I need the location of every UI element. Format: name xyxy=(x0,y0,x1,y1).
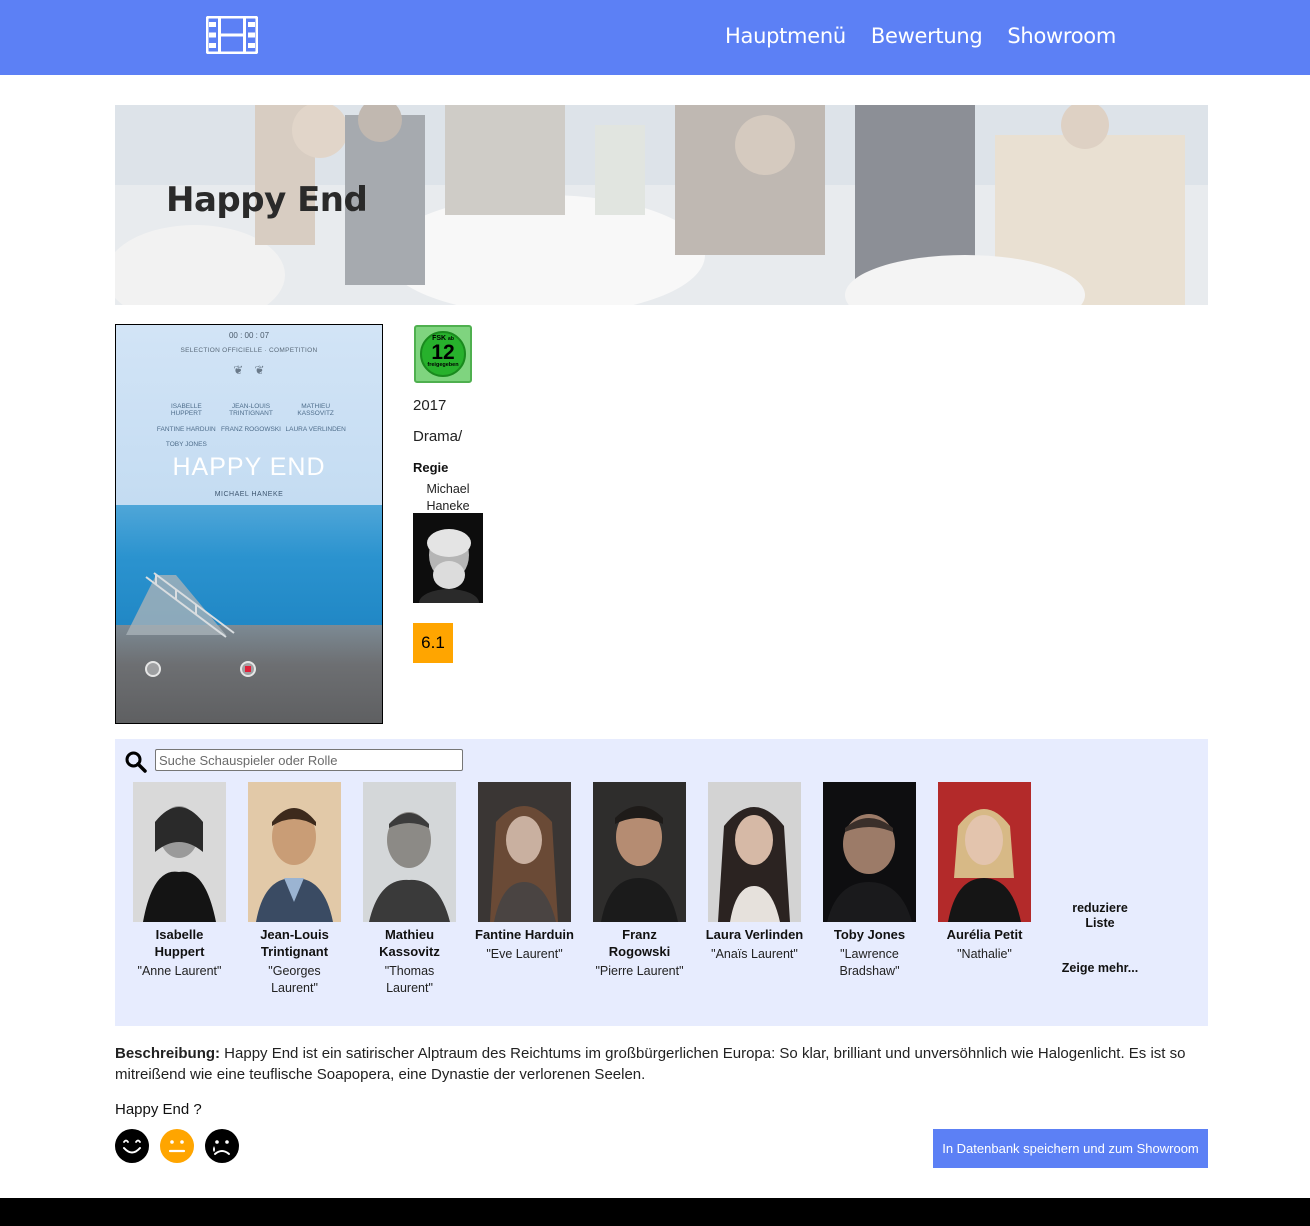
reduce-list-button[interactable]: reduziere Liste xyxy=(1060,901,1140,931)
cast-search-input[interactable] xyxy=(155,749,463,771)
sad-face-icon[interactable] xyxy=(205,1129,239,1163)
actor-card[interactable]: Laura Verlinden "Anaïs Laurent" xyxy=(697,782,812,963)
poster-festival-text: SELECTION OFFICIELLE · COMPETITION xyxy=(180,347,318,354)
hero-banner: Happy End xyxy=(115,105,1208,305)
actor-card[interactable]: Mathieu Kassovitz "Thomas Laurent" xyxy=(352,782,467,997)
nav-link-showroom[interactable]: Showroom xyxy=(1007,24,1116,48)
save-to-database-button[interactable]: In Datenbank speichern und zum Showroom xyxy=(933,1129,1208,1168)
actor-role: "Pierre Laurent" xyxy=(595,964,684,978)
film-icon[interactable] xyxy=(206,16,258,54)
palm-laurel-icon: ❦ ❦ xyxy=(233,363,265,377)
rating-badge: 6.1 xyxy=(413,623,453,663)
fsk-released: freigegeben xyxy=(427,362,459,368)
actor-name: Fantine Harduin xyxy=(475,927,574,942)
nav-link-hauptmenue[interactable]: Hauptmenü xyxy=(725,24,846,48)
poster-timer: 00 : 00 : 07 xyxy=(228,331,270,340)
show-more-button[interactable]: Zeige mehr... xyxy=(1050,961,1150,975)
fsk-circle: FSK ab 12 freigegeben xyxy=(420,331,466,377)
actor-role: "Lawrence Bradshaw" xyxy=(839,947,900,978)
actor-role: "Eve Laurent" xyxy=(486,947,563,961)
actor-name: Aurélia Petit xyxy=(946,927,1023,942)
actor-card[interactable]: Toby Jones "Lawrence Bradshaw" xyxy=(812,782,927,980)
description: Beschreibung: Happy End ist ein satirisc… xyxy=(115,1043,1208,1085)
fsk-rating-badge: FSK ab 12 freigegeben xyxy=(414,325,472,383)
poster-director: MICHAEL HANEKE xyxy=(214,491,284,498)
actor-card[interactable]: Jean-Louis Trintignant "Georges Laurent" xyxy=(237,782,352,997)
search-icon[interactable] xyxy=(125,751,147,773)
poster-ladder-image xyxy=(126,572,235,638)
cast-panel: Isabelle Huppert "Anne Laurent" Jean-Lou… xyxy=(115,739,1208,1026)
footer xyxy=(0,1198,1310,1226)
actor-card[interactable]: Aurélia Petit "Nathalie" xyxy=(927,782,1042,963)
actor-role: "Nathalie" xyxy=(957,947,1012,961)
feedback-question: Happy End ? xyxy=(115,1101,202,1118)
smile-face-icon[interactable] xyxy=(115,1129,149,1163)
actor-role: "Georges Laurent" xyxy=(268,964,321,995)
actor-photo xyxy=(248,782,341,922)
actor-name: Franz Rogowski xyxy=(608,927,671,959)
movie-poster: 00 : 00 : 07 SELECTION OFFICIELLE · COMP… xyxy=(115,324,383,724)
actor-photo xyxy=(363,782,456,922)
actor-name: Isabelle Huppert xyxy=(154,927,205,959)
actor-role: "Anaïs Laurent" xyxy=(711,947,798,961)
actor-photo xyxy=(133,782,226,922)
actor-photo xyxy=(708,782,801,922)
neutral-face-icon[interactable] xyxy=(160,1129,194,1163)
nav-links: Hauptmenü Bewertung Showroom xyxy=(725,24,1116,48)
actor-photo xyxy=(478,782,571,922)
actor-card[interactable]: Franz Rogowski "Pierre Laurent" xyxy=(582,782,697,980)
director-photo[interactable] xyxy=(413,513,483,603)
poster-cast-name: FANTINE HARDUIN xyxy=(156,425,216,433)
movie-title: Happy End xyxy=(166,180,368,220)
genre: Drama/ xyxy=(413,428,463,445)
poster-cast-name: JEAN-LOUIS TRINTIGNANT xyxy=(229,403,273,418)
actor-name: Laura Verlinden xyxy=(705,927,804,942)
director-name: Michael Haneke xyxy=(426,482,470,513)
release-year: 2017 xyxy=(413,397,447,414)
poster-cast-name: FRANZ ROGOWSKI xyxy=(221,425,281,433)
poster-title: HAPPY END xyxy=(172,453,326,481)
poster-cast-list: ISABELLE HUPPERT JEAN-LOUIS TRINTIGNANT … xyxy=(156,403,346,449)
navbar: Hauptmenü Bewertung Showroom xyxy=(0,0,1310,75)
actor-role: "Thomas Laurent" xyxy=(384,964,435,995)
record-button-icon[interactable] xyxy=(240,661,256,677)
poster-cast-name: ISABELLE HUPPERT xyxy=(170,403,202,418)
actor-name: Mathieu Kassovitz xyxy=(379,927,440,959)
description-text: Happy End ist ein satirischer Alptraum d… xyxy=(115,1045,1186,1083)
actor-card[interactable]: Fantine Harduin "Eve Laurent" xyxy=(467,782,582,963)
actor-role: "Anne Laurent" xyxy=(137,964,222,978)
fsk-age: 12 xyxy=(431,341,455,364)
actor-photo xyxy=(823,782,916,922)
poster-cast-name: TOBY JONES xyxy=(165,441,207,449)
actor-name: Jean-Louis Trintignant xyxy=(260,927,329,959)
actor-photo xyxy=(938,782,1031,922)
director-label: Regie xyxy=(413,460,449,475)
description-label: Beschreibung: xyxy=(115,1045,221,1062)
actor-card[interactable]: Isabelle Huppert "Anne Laurent" xyxy=(122,782,237,980)
actor-name: Toby Jones xyxy=(833,927,906,942)
play-button-icon[interactable] xyxy=(145,661,161,677)
nav-link-bewertung[interactable]: Bewertung xyxy=(871,24,983,48)
poster-cast-name: MATHIEU KASSOVITZ xyxy=(297,403,334,418)
actor-photo xyxy=(593,782,686,922)
poster-cast-name: LAURA VERLINDEN xyxy=(285,425,346,433)
